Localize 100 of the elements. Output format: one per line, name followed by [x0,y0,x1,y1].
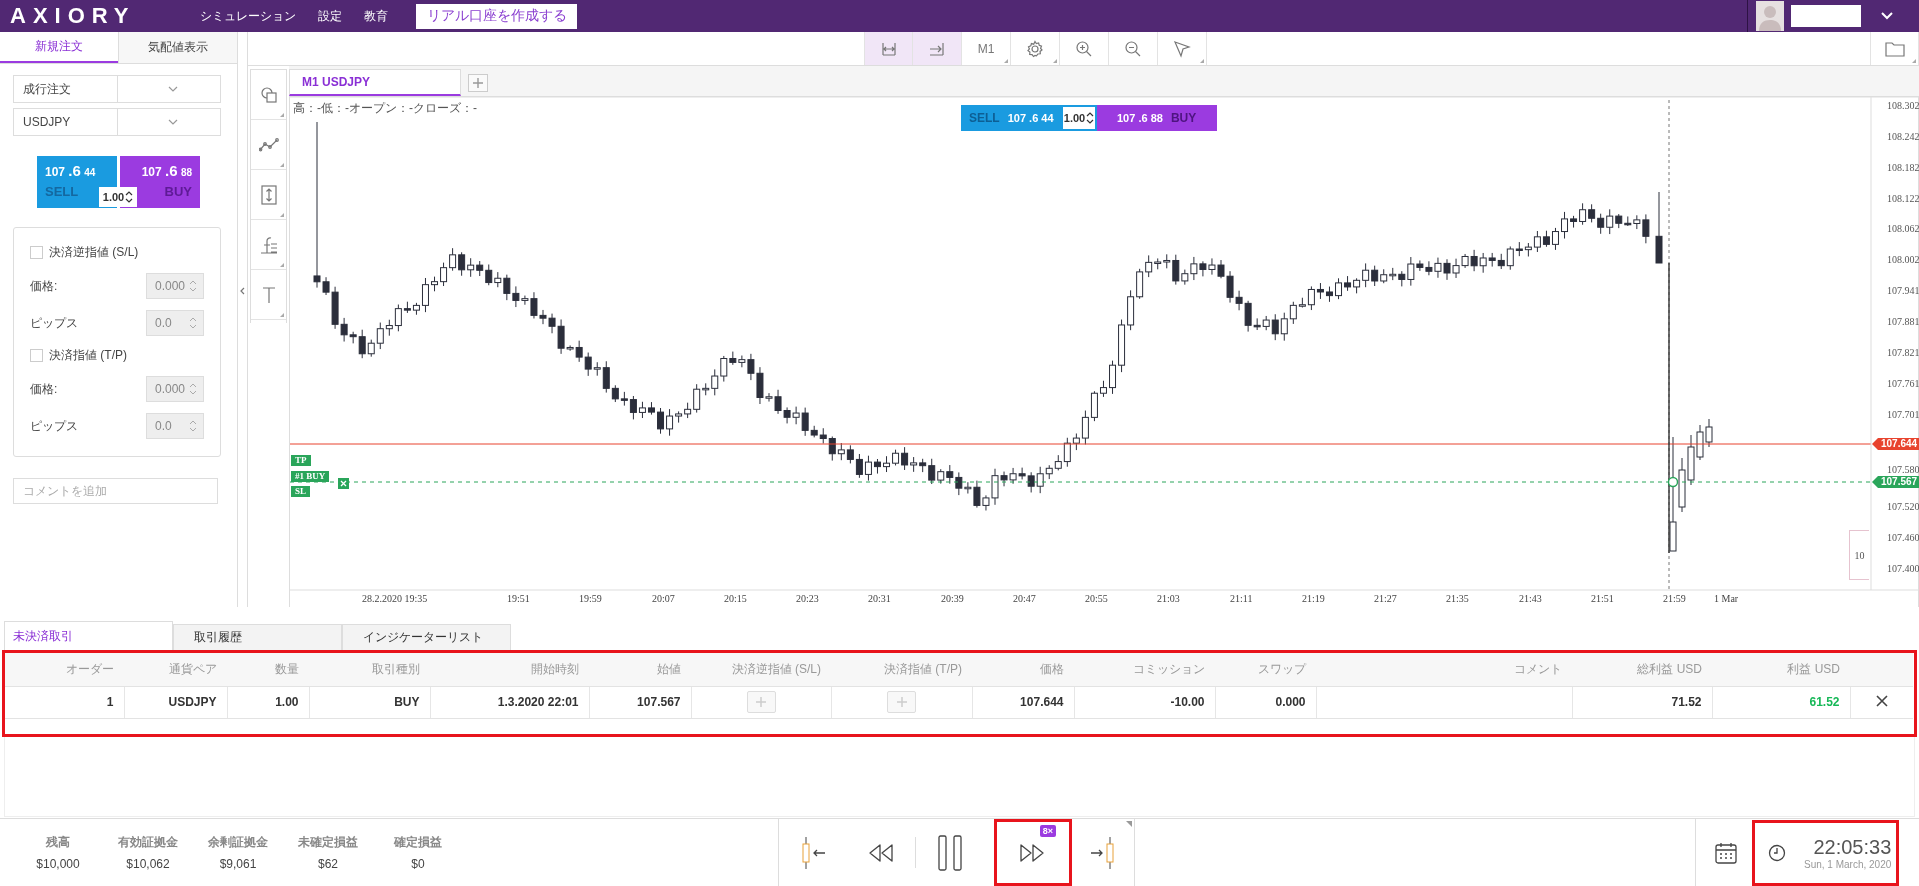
positions-tab[interactable]: 取引履歴 [173,624,342,650]
logo: AXIORY [10,3,137,29]
column-header: スワップ [1215,653,1316,686]
column-header: 決済逆指値 (S/L) [691,653,831,686]
time-label: 20:47 [1013,593,1036,604]
column-header: 開始時刻 [430,653,589,686]
buy-button[interactable]: 107 .6 88 BUY [1097,105,1217,131]
price-label: 108.122 [1887,192,1919,204]
price-label: 107.520 [1887,500,1919,512]
time-label: 20:55 [1085,593,1108,604]
price-label: 108.242 [1887,130,1919,142]
column-header: 取引種別 [309,653,430,686]
time-label: 21:11 [1230,593,1253,604]
price-label: 108.002 [1887,253,1919,265]
table-cell: 0.000 [1215,686,1316,718]
menu-item[interactable]: 教育 [364,7,388,25]
stat-label: 残高 [46,834,70,851]
time-label: 20:07 [652,593,675,604]
stat-value: $0 [411,857,425,871]
table-cell: 1 [5,686,124,718]
price-label: 107.881 [1887,315,1919,327]
lots-field[interactable]: 1.00 [99,187,137,207]
stat-value: $9,061 [219,857,257,871]
table-cell: 107.644 [972,686,1074,718]
table-cell: 61.52 [1712,686,1850,718]
stat-value: $62 [318,857,338,871]
stat-label: 余剰証拠金 [208,834,268,851]
positions-tab[interactable]: 未決済取引 [4,621,173,650]
column-header: 決済指値 (T/P) [831,653,972,686]
menu-item[interactable]: シミュレーション [200,7,296,25]
order-tag[interactable]: SL [291,486,310,497]
table-cell: -10.00 [1074,686,1215,718]
clock-date: Sun, 1 March, 2020 [1804,858,1892,870]
time-label: 21:35 [1446,593,1469,604]
time-label: 20:39 [941,593,964,604]
column-header: 価格 [972,653,1074,686]
lots-field[interactable]: 1.00 [1061,105,1097,131]
clock-time: 22:05:33 [1813,835,1892,859]
create-account-button[interactable]: リアル口座を作成する [416,3,577,29]
column-header: オーダー [5,653,124,686]
price-label: 107.821 [1887,346,1919,358]
position-tag[interactable]: #1 BUY [291,471,330,482]
column-header: 総利益 USD [1572,653,1712,686]
chart-tab[interactable]: M1 USDJPY [289,69,461,96]
pips-field[interactable]: 0.0 [146,310,204,336]
time-label: 20:23 [796,593,819,604]
price-label: 107.701 [1887,408,1919,419]
field-label: 価格: [30,380,58,398]
price-field[interactable]: 0.000 [146,376,204,402]
menu-item[interactable]: 設定 [318,7,342,25]
price-tag: 107.567 [1872,476,1919,488]
stat-value: $10,062 [126,857,170,871]
stat-label: 確定損益 [394,834,442,851]
column-header: 数量 [227,653,309,686]
price-label: 107.460 [1887,531,1919,543]
column-header: 始値 [589,653,691,686]
field-label: 価格: [30,277,58,295]
time-label: 19:59 [579,593,602,604]
order-tag[interactable]: TP [291,455,311,466]
price-label: 108.302 [1887,99,1919,111]
panel-tab[interactable]: 気配値表示 [118,32,237,63]
stat-label: 未確定損益 [298,834,358,851]
positions-tab[interactable]: インジケーターリスト [342,624,511,650]
price-label: 108.182 [1887,161,1919,173]
time-label: 21:59 [1663,593,1686,604]
table-cell: 71.52 [1572,686,1712,718]
ohlc-readout: 高：-低：-オープン：-クローズ：- [293,100,477,117]
time-label: 21:51 [1591,593,1614,604]
comment-field[interactable]: コメントを追加 [13,478,218,504]
time-label: 19:51 [507,593,530,604]
table-cell: USDJPY [124,686,227,718]
price-field[interactable]: 0.000 [146,273,204,299]
table-cell: 1.00 [227,686,309,718]
speed-badge: 8× [1039,825,1056,837]
time-label: 20:31 [868,593,891,604]
time-label: 20:15 [724,593,747,604]
time-label: 21:27 [1374,593,1397,604]
checkbox-label: 決済指値 (T/P) [49,347,127,364]
table-cell: 107.567 [589,686,691,718]
price-label: 107.580 [1887,463,1919,475]
fast-forward-button[interactable]: 8× [994,819,1072,886]
time-label: 28.2.2020 19:35 [362,593,428,604]
sell-button[interactable]: SELL 107 .6 44 [961,105,1061,131]
field-label: ピップス [30,314,78,332]
stat-label: 有効証拠金 [118,834,178,851]
column-header: コメント [1316,653,1572,686]
column-header: 利益 USD [1712,653,1850,686]
field-label: ピップス [30,417,78,435]
time-label: 21:03 [1157,593,1180,604]
symbol-dropdown[interactable]: USDJPY [13,108,221,136]
time-label: 21:43 [1519,593,1542,604]
price-label: 107.761 [1887,377,1919,389]
column-header: コミッション [1074,653,1215,686]
price-tag: 107.644 [1872,438,1919,450]
price-label: 108.062 [1887,222,1919,234]
volume-scale: 10 [1849,530,1869,580]
order-type-dropdown[interactable]: 成行注文 [13,75,221,103]
pips-field[interactable]: 0.0 [146,413,204,439]
checkbox-label: 決済逆指値 (S/L) [49,244,139,261]
price-label: 107.400 [1887,562,1919,574]
